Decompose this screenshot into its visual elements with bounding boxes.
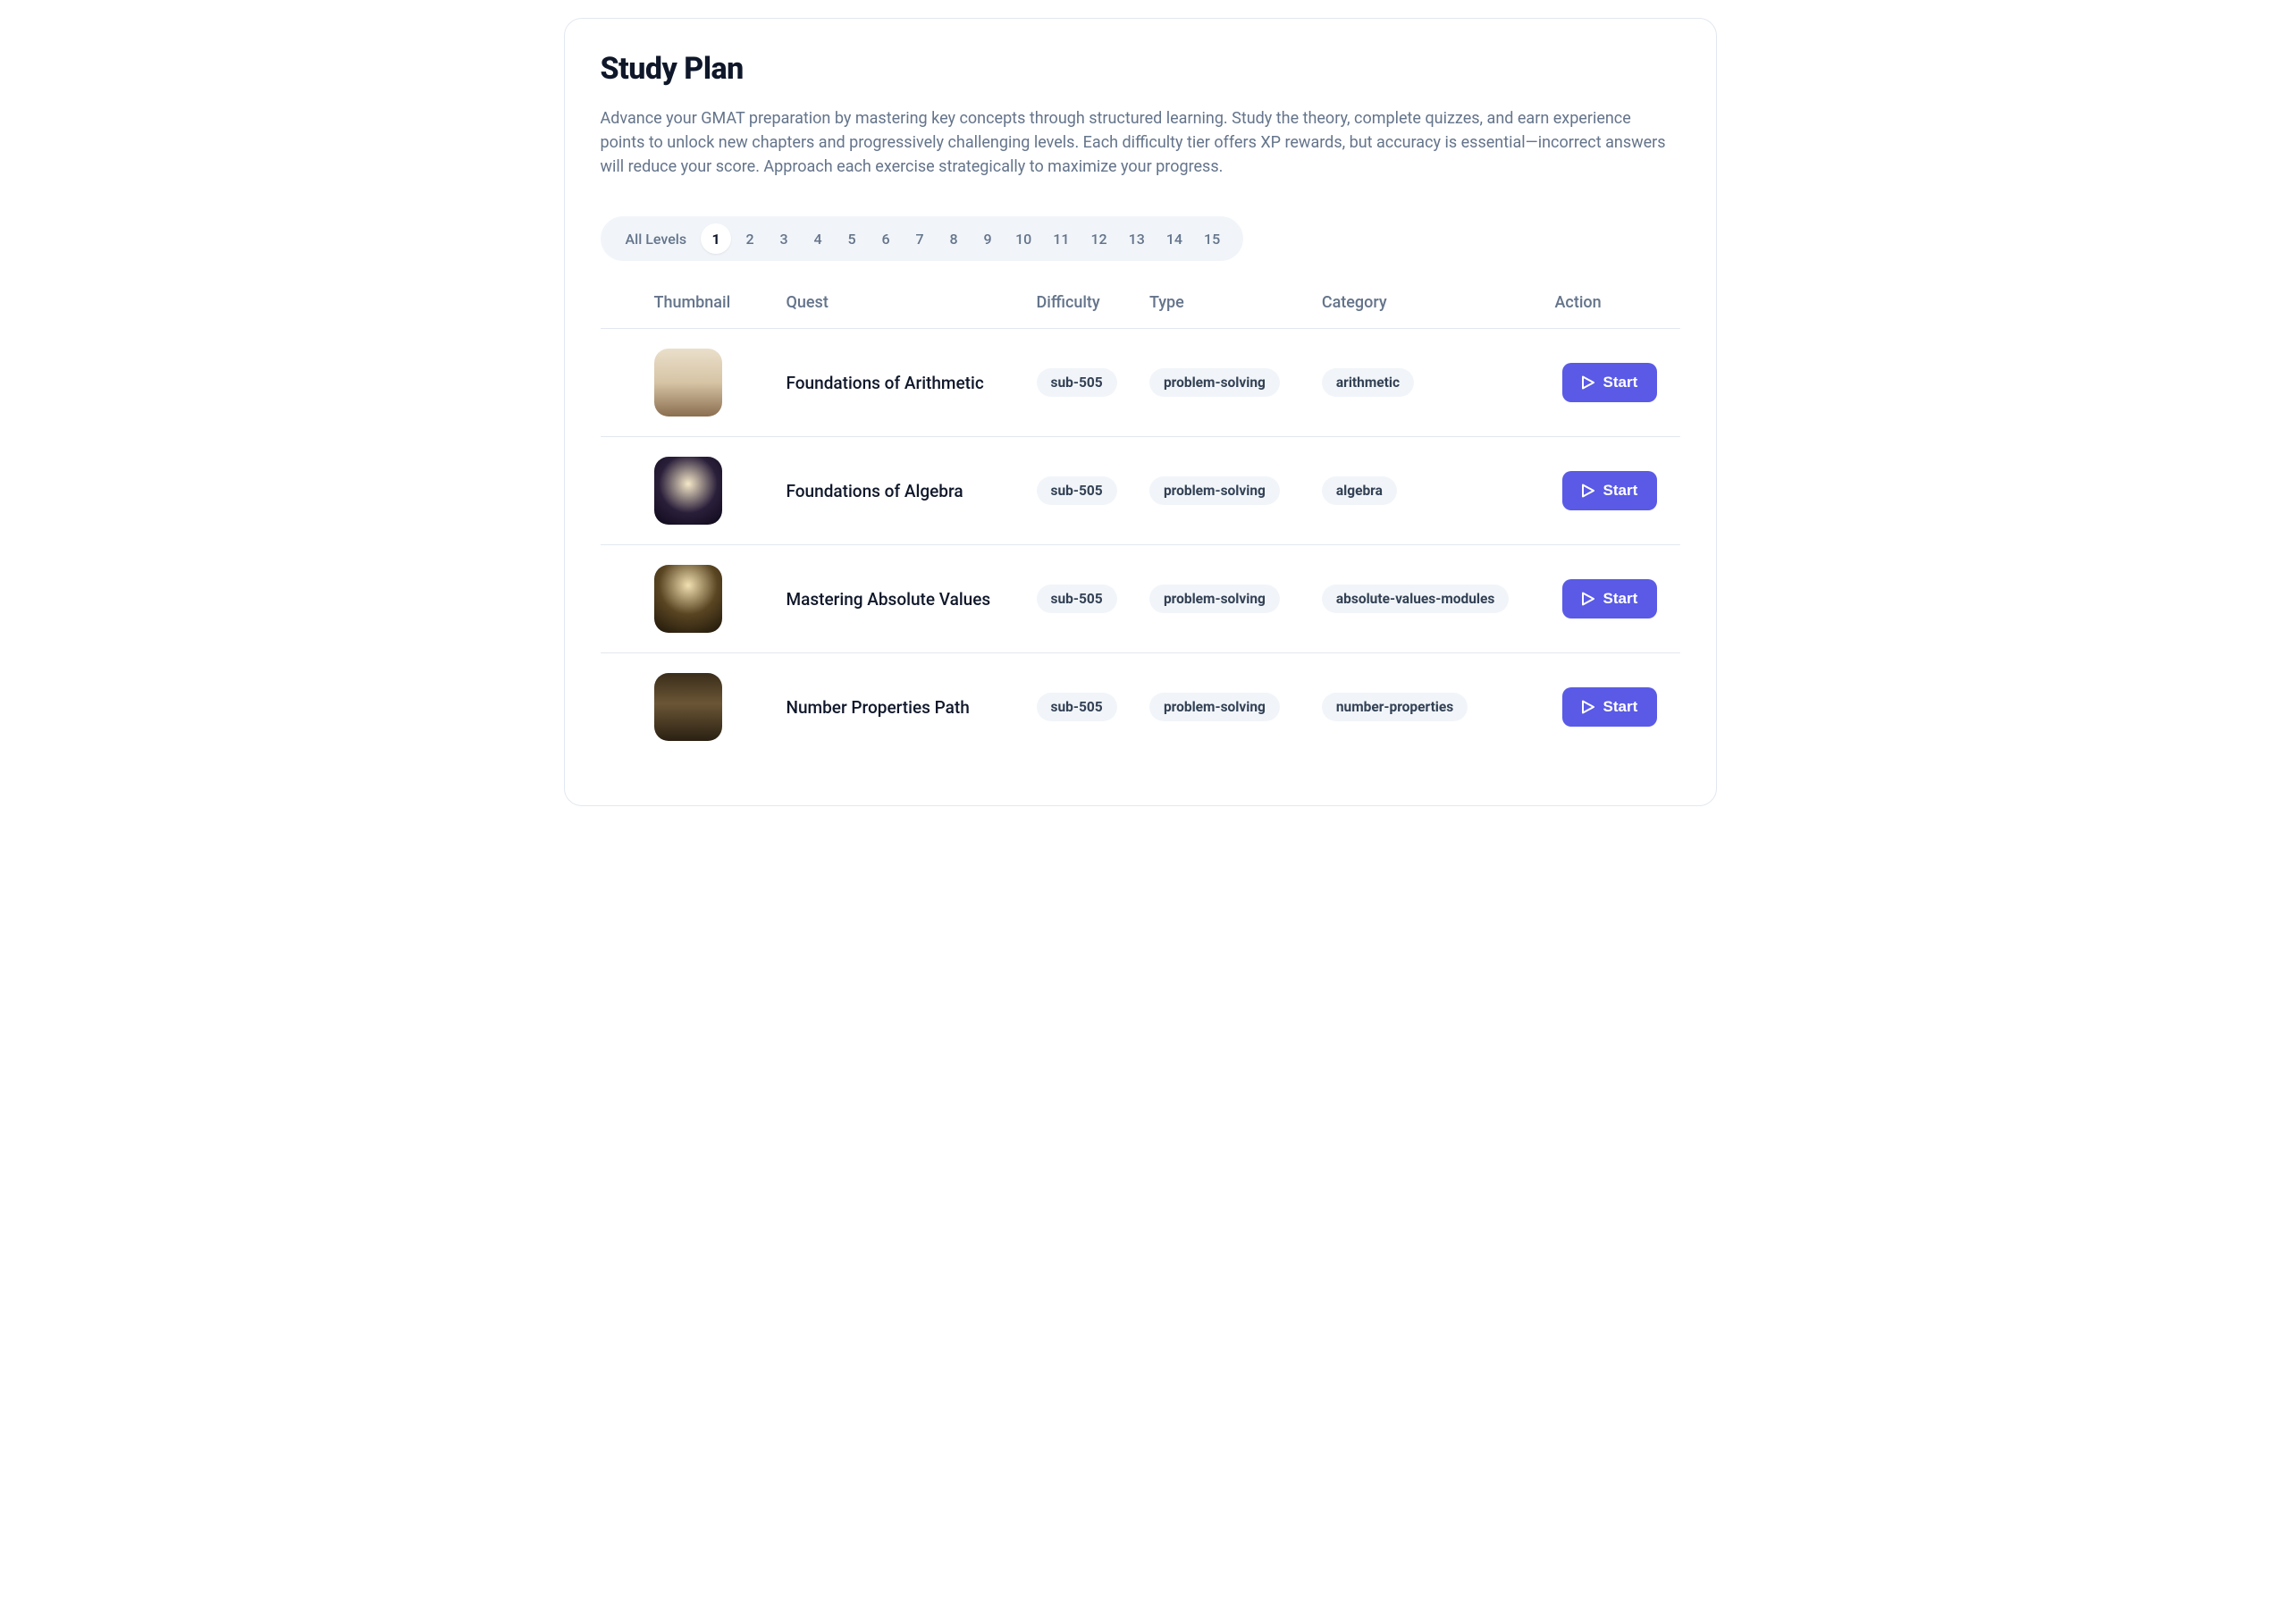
quest-name: Mastering Absolute Values	[787, 589, 991, 610]
play-icon	[1582, 484, 1594, 498]
difficulty-cell: sub-505	[1030, 545, 1142, 653]
tab-level-5[interactable]: 5	[837, 223, 867, 254]
category-pill: arithmetic	[1322, 368, 1414, 397]
tab-level-6[interactable]: 6	[871, 223, 901, 254]
tab-level-4[interactable]: 4	[803, 223, 833, 254]
difficulty-cell: sub-505	[1030, 653, 1142, 762]
start-button[interactable]: Start	[1562, 687, 1658, 727]
tab-level-11[interactable]: 11	[1044, 223, 1078, 254]
difficulty-pill: sub-505	[1037, 585, 1117, 613]
category-cell: arithmetic	[1315, 329, 1555, 437]
type-cell: problem-solving	[1142, 653, 1315, 762]
action-cell: Start	[1555, 329, 1680, 437]
col-type: Type	[1142, 279, 1315, 329]
category-pill: number-properties	[1322, 693, 1468, 721]
tab-level-1[interactable]: 1	[701, 223, 731, 254]
table-row: Foundations of Arithmetic sub-505 problem-…	[601, 329, 1680, 437]
quest-name: Foundations of Algebra	[787, 481, 963, 501]
action-cell: Start	[1555, 545, 1680, 653]
quest-cell: Foundations of Algebra	[779, 437, 1030, 545]
thumb-cell	[601, 545, 779, 653]
table-row: Foundations of Algebra sub-505 problem-sol…	[601, 437, 1680, 545]
play-icon	[1582, 592, 1594, 606]
study-plan-card: Study Plan Advance your GMAT preparation…	[564, 18, 1717, 806]
type-cell: problem-solving	[1142, 329, 1315, 437]
tab-level-13[interactable]: 13	[1120, 223, 1154, 254]
col-thumbnail: Thumbnail	[601, 279, 779, 329]
play-icon	[1582, 700, 1594, 714]
category-cell: absolute-values-modules	[1315, 545, 1555, 653]
level-tabs: All Levels123456789101112131415	[601, 216, 1244, 261]
tab-level-10[interactable]: 10	[1006, 223, 1040, 254]
col-quest: Quest	[779, 279, 1030, 329]
tab-level-3[interactable]: 3	[769, 223, 799, 254]
col-category: Category	[1315, 279, 1555, 329]
start-button[interactable]: Start	[1562, 471, 1658, 510]
quest-cell: Number Properties Path	[779, 653, 1030, 762]
quest-cell: Mastering Absolute Values	[779, 545, 1030, 653]
type-cell: problem-solving	[1142, 437, 1315, 545]
quest-name: Number Properties Path	[787, 697, 970, 718]
quest-cell: Foundations of Arithmetic	[779, 329, 1030, 437]
start-button-label: Start	[1603, 482, 1638, 500]
quest-thumbnail	[654, 673, 722, 741]
action-cell: Start	[1555, 653, 1680, 762]
quest-thumbnail	[654, 457, 722, 525]
type-pill: problem-solving	[1149, 585, 1280, 613]
tab-level-14[interactable]: 14	[1157, 223, 1191, 254]
type-pill: problem-solving	[1149, 476, 1280, 505]
start-button-label: Start	[1603, 698, 1638, 716]
play-icon	[1582, 375, 1594, 390]
tab-level-12[interactable]: 12	[1081, 223, 1115, 254]
start-button[interactable]: Start	[1562, 579, 1658, 618]
action-cell: Start	[1555, 437, 1680, 545]
quest-name: Foundations of Arithmetic	[787, 373, 984, 393]
page-description: Advance your GMAT preparation by masteri…	[601, 106, 1673, 179]
category-pill: algebra	[1322, 476, 1397, 505]
thumb-cell	[601, 653, 779, 762]
thumb-cell	[601, 437, 779, 545]
thumb-cell	[601, 329, 779, 437]
quest-thumbnail	[654, 565, 722, 633]
type-cell: problem-solving	[1142, 545, 1315, 653]
quest-thumbnail	[654, 349, 722, 417]
start-button-label: Start	[1603, 374, 1638, 391]
difficulty-cell: sub-505	[1030, 329, 1142, 437]
start-button-label: Start	[1603, 590, 1638, 608]
difficulty-pill: sub-505	[1037, 368, 1117, 397]
start-button[interactable]: Start	[1562, 363, 1658, 402]
tab-level-7[interactable]: 7	[904, 223, 935, 254]
tab-all-levels[interactable]: All Levels	[615, 223, 698, 254]
category-cell: number-properties	[1315, 653, 1555, 762]
difficulty-cell: sub-505	[1030, 437, 1142, 545]
tab-level-8[interactable]: 8	[938, 223, 969, 254]
category-pill: absolute-values-modules	[1322, 585, 1510, 613]
col-action: Action	[1555, 279, 1680, 329]
tab-level-2[interactable]: 2	[735, 223, 765, 254]
tab-level-15[interactable]: 15	[1195, 223, 1229, 254]
table-row: Number Properties Path sub-505 problem-sol…	[601, 653, 1680, 762]
type-pill: problem-solving	[1149, 693, 1280, 721]
table-row: Mastering Absolute Values sub-505 problem-…	[601, 545, 1680, 653]
table-header-row: Thumbnail Quest Difficulty Type Category…	[601, 279, 1680, 329]
col-difficulty: Difficulty	[1030, 279, 1142, 329]
difficulty-pill: sub-505	[1037, 693, 1117, 721]
tab-level-9[interactable]: 9	[972, 223, 1003, 254]
quest-table: Thumbnail Quest Difficulty Type Category…	[601, 279, 1680, 761]
page-title: Study Plan	[601, 51, 1680, 87]
type-pill: problem-solving	[1149, 368, 1280, 397]
difficulty-pill: sub-505	[1037, 476, 1117, 505]
category-cell: algebra	[1315, 437, 1555, 545]
